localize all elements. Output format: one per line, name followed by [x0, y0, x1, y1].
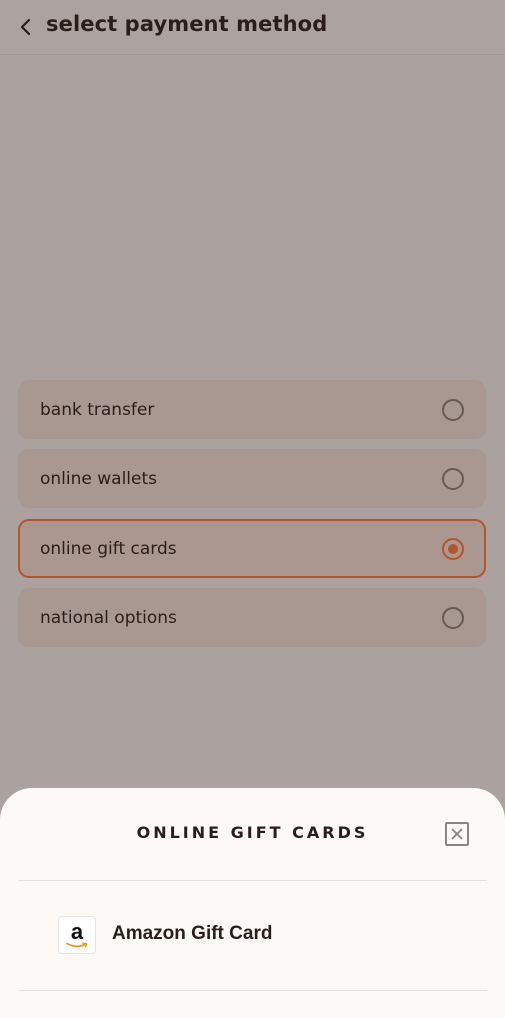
top-bar: select payment method [0, 0, 505, 55]
payment-option-online-wallets[interactable]: online wallets [18, 449, 486, 508]
back-arrow-icon[interactable] [16, 16, 36, 38]
amazon-logo-icon: a [58, 916, 96, 954]
sheet-title: ONLINE GIFT CARDS [136, 823, 369, 842]
radio-button[interactable] [442, 398, 464, 421]
payment-option-label: bank transfer [40, 399, 155, 420]
radio-button[interactable] [442, 606, 464, 629]
payment-screen: select payment method bank transfer onli… [0, 0, 505, 1018]
payment-option-label: online wallets [40, 468, 158, 489]
payment-option-bank-transfer[interactable]: bank transfer [18, 380, 486, 439]
radio-button-selected[interactable] [442, 537, 464, 560]
bottom-sheet: ONLINE GIFT CARDS a Amazon Gift Card [0, 788, 505, 1018]
radio-button[interactable] [442, 467, 464, 490]
divider [18, 990, 487, 991]
payment-option-label: national options [40, 607, 177, 628]
radio-dot-icon [448, 543, 458, 554]
close-button[interactable] [445, 822, 469, 846]
gift-card-item-amazon[interactable]: a Amazon Gift Card [18, 881, 487, 990]
close-icon [451, 828, 463, 840]
payment-option-label: online gift cards [40, 538, 177, 559]
payment-option-national-options[interactable]: national options [18, 588, 486, 647]
page-title: select payment method [46, 12, 328, 36]
payment-option-online-gift-cards[interactable]: online gift cards [18, 519, 486, 578]
gift-card-label: Amazon Gift Card [112, 923, 273, 944]
